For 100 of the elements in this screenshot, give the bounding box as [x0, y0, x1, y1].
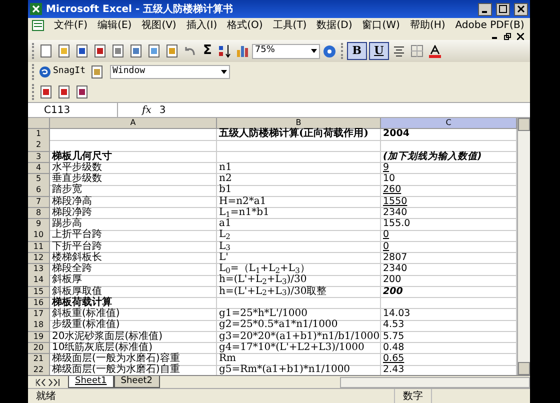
new-document-icon[interactable] — [39, 44, 53, 58]
row-header[interactable]: 12 — [28, 252, 50, 264]
borders-icon[interactable] — [410, 45, 423, 57]
menu-item[interactable]: 窗口(W) — [362, 18, 400, 32]
table-cell: 0 — [381, 230, 517, 242]
row-header[interactable]: 13 — [28, 264, 50, 276]
row-header[interactable]: 16 — [28, 298, 50, 310]
row-header[interactable]: 7 — [28, 196, 50, 208]
row-header[interactable]: 3 — [28, 152, 50, 163]
row-header[interactable]: 6 — [28, 185, 50, 197]
table-cell: 260 — [381, 185, 517, 197]
sheet-icon[interactable] — [32, 20, 44, 30]
column-header[interactable]: B — [217, 118, 381, 129]
menu-item[interactable]: 插入(I) — [186, 18, 218, 32]
menu-item[interactable]: 格式(O) — [227, 18, 263, 32]
table-cell: L$_{1}$=n1*b1 — [217, 208, 381, 220]
table-cell: g2=25*0.5*a1*n1/1000 — [217, 320, 381, 332]
row-header[interactable]: 20 — [28, 342, 50, 354]
horizontal-scrollbar[interactable] — [340, 376, 530, 388]
maximize-icon — [499, 5, 507, 13]
snagit-button[interactable]: SnagIt — [37, 65, 88, 79]
row-header[interactable]: 1 — [28, 129, 50, 140]
font-color-icon[interactable] — [428, 44, 441, 58]
row-header[interactable]: 22 — [28, 365, 50, 375]
table-cell: 0.48 — [381, 342, 517, 354]
table-cell: L$_{3}$ — [217, 242, 381, 253]
name-box[interactable]: C113 — [28, 103, 118, 117]
align-center-icon[interactable] — [392, 45, 405, 57]
maximize-button[interactable] — [496, 2, 510, 16]
row-header[interactable]: 15 — [28, 286, 50, 298]
menu-item[interactable]: 文件(F) — [54, 18, 88, 32]
row-header[interactable]: 8 — [28, 208, 50, 220]
table-cell: 梯段净跨 — [50, 208, 217, 220]
table-cell: n1 — [217, 162, 381, 174]
sheet-tab[interactable]: Sheet2 — [114, 376, 160, 388]
table-cell: 2004 — [381, 129, 517, 140]
num-lock-indicator: 数字 — [394, 388, 432, 403]
menu-item[interactable]: Adobe PDF(B) — [455, 18, 524, 32]
window-title: Microsoft Excel - 五级人防楼梯计算书 — [46, 2, 234, 16]
table-cell: 踏步宽 — [50, 185, 217, 197]
autosum-button[interactable]: Σ — [203, 41, 212, 61]
table-cell: 9 — [381, 162, 517, 174]
undo-icon[interactable] — [183, 44, 197, 58]
table-cell: 20水泥砂浆面层(标准值) — [50, 332, 217, 343]
underline-button[interactable]: U — [368, 42, 389, 60]
restore-icon[interactable] — [504, 32, 511, 40]
table-cell: 斜板厚 — [50, 275, 217, 287]
row-header[interactable]: 17 — [28, 309, 50, 320]
row-header[interactable]: 11 — [28, 242, 50, 253]
menu-item[interactable]: 数据(D) — [316, 18, 352, 32]
row-header[interactable]: 2 — [28, 140, 50, 152]
column-header[interactable]: C — [381, 118, 517, 129]
row-header[interactable]: 14 — [28, 275, 50, 287]
table-cell: 0.65 — [381, 354, 517, 366]
table-cell: 步级重(标准值) — [50, 320, 217, 332]
table-cell: 4.53 — [381, 320, 517, 332]
table-cell: 0 — [381, 242, 517, 253]
menu-item[interactable]: 视图(V) — [142, 18, 176, 32]
row-header[interactable]: 10 — [28, 230, 50, 242]
sort-icon[interactable] — [218, 44, 232, 58]
row-header[interactable]: 19 — [28, 332, 50, 343]
table-cell: 2807 — [381, 252, 517, 264]
table-cell: 五级人防楼梯计算(正向荷载作用) — [217, 129, 381, 140]
menu-item[interactable]: 帮助(H) — [410, 18, 446, 32]
help-icon[interactable] — [322, 44, 336, 58]
row-header[interactable]: 9 — [28, 219, 50, 230]
table-cell: H=n2*a1 — [217, 196, 381, 208]
capture-mode-combo[interactable]: Window — [110, 65, 230, 79]
row-header[interactable]: 5 — [28, 174, 50, 186]
menu-item[interactable]: 工具(T) — [272, 18, 307, 32]
table-cell: Rm — [217, 354, 381, 366]
table-cell: 梯段净高 — [50, 196, 217, 208]
table-cell: h=(L'+L$_{2}$+L$_{3}$)/30取整 — [217, 286, 381, 298]
close-button[interactable] — [514, 2, 528, 16]
menu-item[interactable]: 编辑(E) — [98, 18, 132, 32]
row-header[interactable]: 21 — [28, 354, 50, 366]
column-header[interactable]: A — [50, 118, 217, 129]
formula-field[interactable]: 3 — [159, 102, 166, 118]
table-cell: g1=25*h*L'/1000 — [217, 309, 381, 320]
table-cell: (加下划线为输入数值) — [381, 152, 517, 163]
table-cell: 2340 — [381, 264, 517, 276]
status-text: 就绪 — [36, 390, 56, 403]
minimize-button[interactable] — [478, 2, 492, 16]
table-cell: L$_{2}$ — [217, 230, 381, 242]
excel-icon — [30, 3, 42, 15]
table-cell: 5.75 — [381, 332, 517, 343]
sheet-tab[interactable]: Sheet1 — [68, 376, 114, 388]
snagit-icon — [39, 66, 51, 78]
table-cell: 14.03 — [381, 309, 517, 320]
table-cell: n2 — [217, 174, 381, 186]
chart-icon[interactable] — [236, 44, 250, 58]
table-cell: 斜板厚取值 — [50, 286, 217, 298]
vertical-scrollbar[interactable] — [517, 118, 530, 375]
close-icon[interactable] — [517, 32, 524, 40]
row-header[interactable]: 18 — [28, 320, 50, 332]
table-cell: a1 — [217, 219, 381, 230]
bold-button[interactable]: B — [346, 42, 367, 60]
zoom-combo[interactable]: 75% — [252, 44, 320, 58]
table-cell: L' — [217, 252, 381, 264]
row-header[interactable]: 4 — [28, 162, 50, 174]
